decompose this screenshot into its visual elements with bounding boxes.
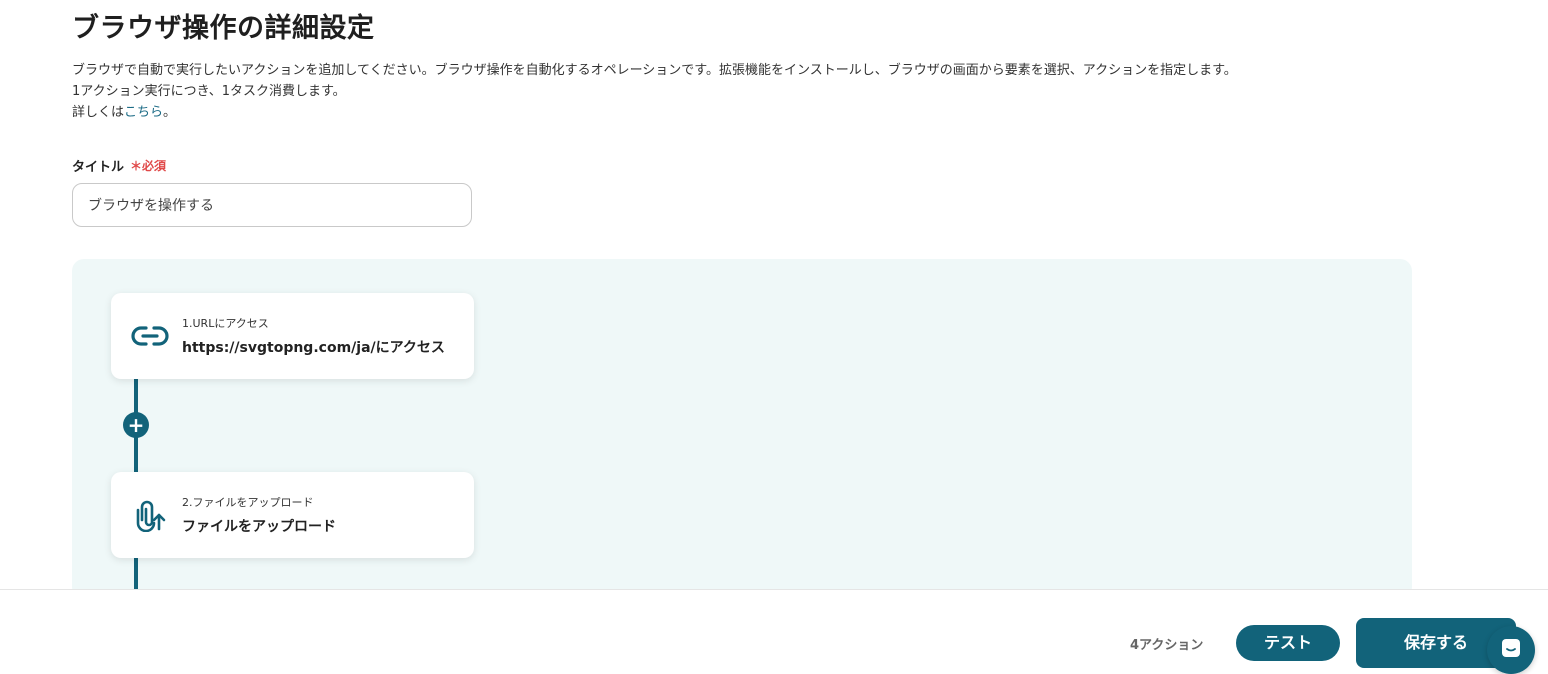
page-title: ブラウザ操作の詳細設定 — [72, 13, 375, 44]
description-line-2: 1アクション実行につき、1タスク消費します。 — [72, 84, 346, 99]
flow-step-card-1[interactable]: 1.URLにアクセス https://svgtopng.com/ja/にアクセス — [111, 293, 474, 379]
chat-icon — [1500, 637, 1522, 663]
details-link[interactable]: こちら — [124, 105, 163, 120]
chat-widget-button[interactable] — [1487, 626, 1535, 674]
step-title: https://svgtopng.com/ja/にアクセス — [182, 340, 445, 356]
add-step-button[interactable]: + — [123, 412, 149, 438]
details-suffix: 。 — [163, 105, 177, 120]
title-input[interactable] — [72, 183, 472, 227]
step-title: ファイルをアップロード — [182, 519, 336, 535]
flow-step-card-2[interactable]: 2.ファイルをアップロード ファイルをアップロード — [111, 472, 474, 558]
description-line-1: ブラウザで自動で実行したいアクションを追加してください。ブラウザ操作を自動化する… — [72, 63, 1237, 78]
title-field-label: タイトル ＊必須 — [72, 156, 166, 175]
test-button[interactable]: テスト — [1236, 625, 1340, 661]
description-line-3: 詳しくはこちら。 — [72, 102, 1237, 123]
action-count: 4アクション — [1130, 638, 1204, 653]
flow-connector-line — [134, 557, 138, 589]
step-subtitle: 2.ファイルをアップロード — [182, 496, 314, 509]
paperclip-upload-icon — [130, 495, 170, 535]
required-badge: ＊必須 — [130, 159, 167, 173]
details-prefix: 詳しくは — [72, 105, 125, 120]
link-icon — [130, 316, 170, 356]
step-subtitle: 1.URLにアクセス — [182, 317, 269, 330]
title-label-text: タイトル — [72, 160, 125, 175]
page-description: ブラウザで自動で実行したいアクションを追加してください。ブラウザ操作を自動化する… — [72, 60, 1237, 123]
footer-bar: 4アクション テスト 保存する — [0, 589, 1548, 674]
